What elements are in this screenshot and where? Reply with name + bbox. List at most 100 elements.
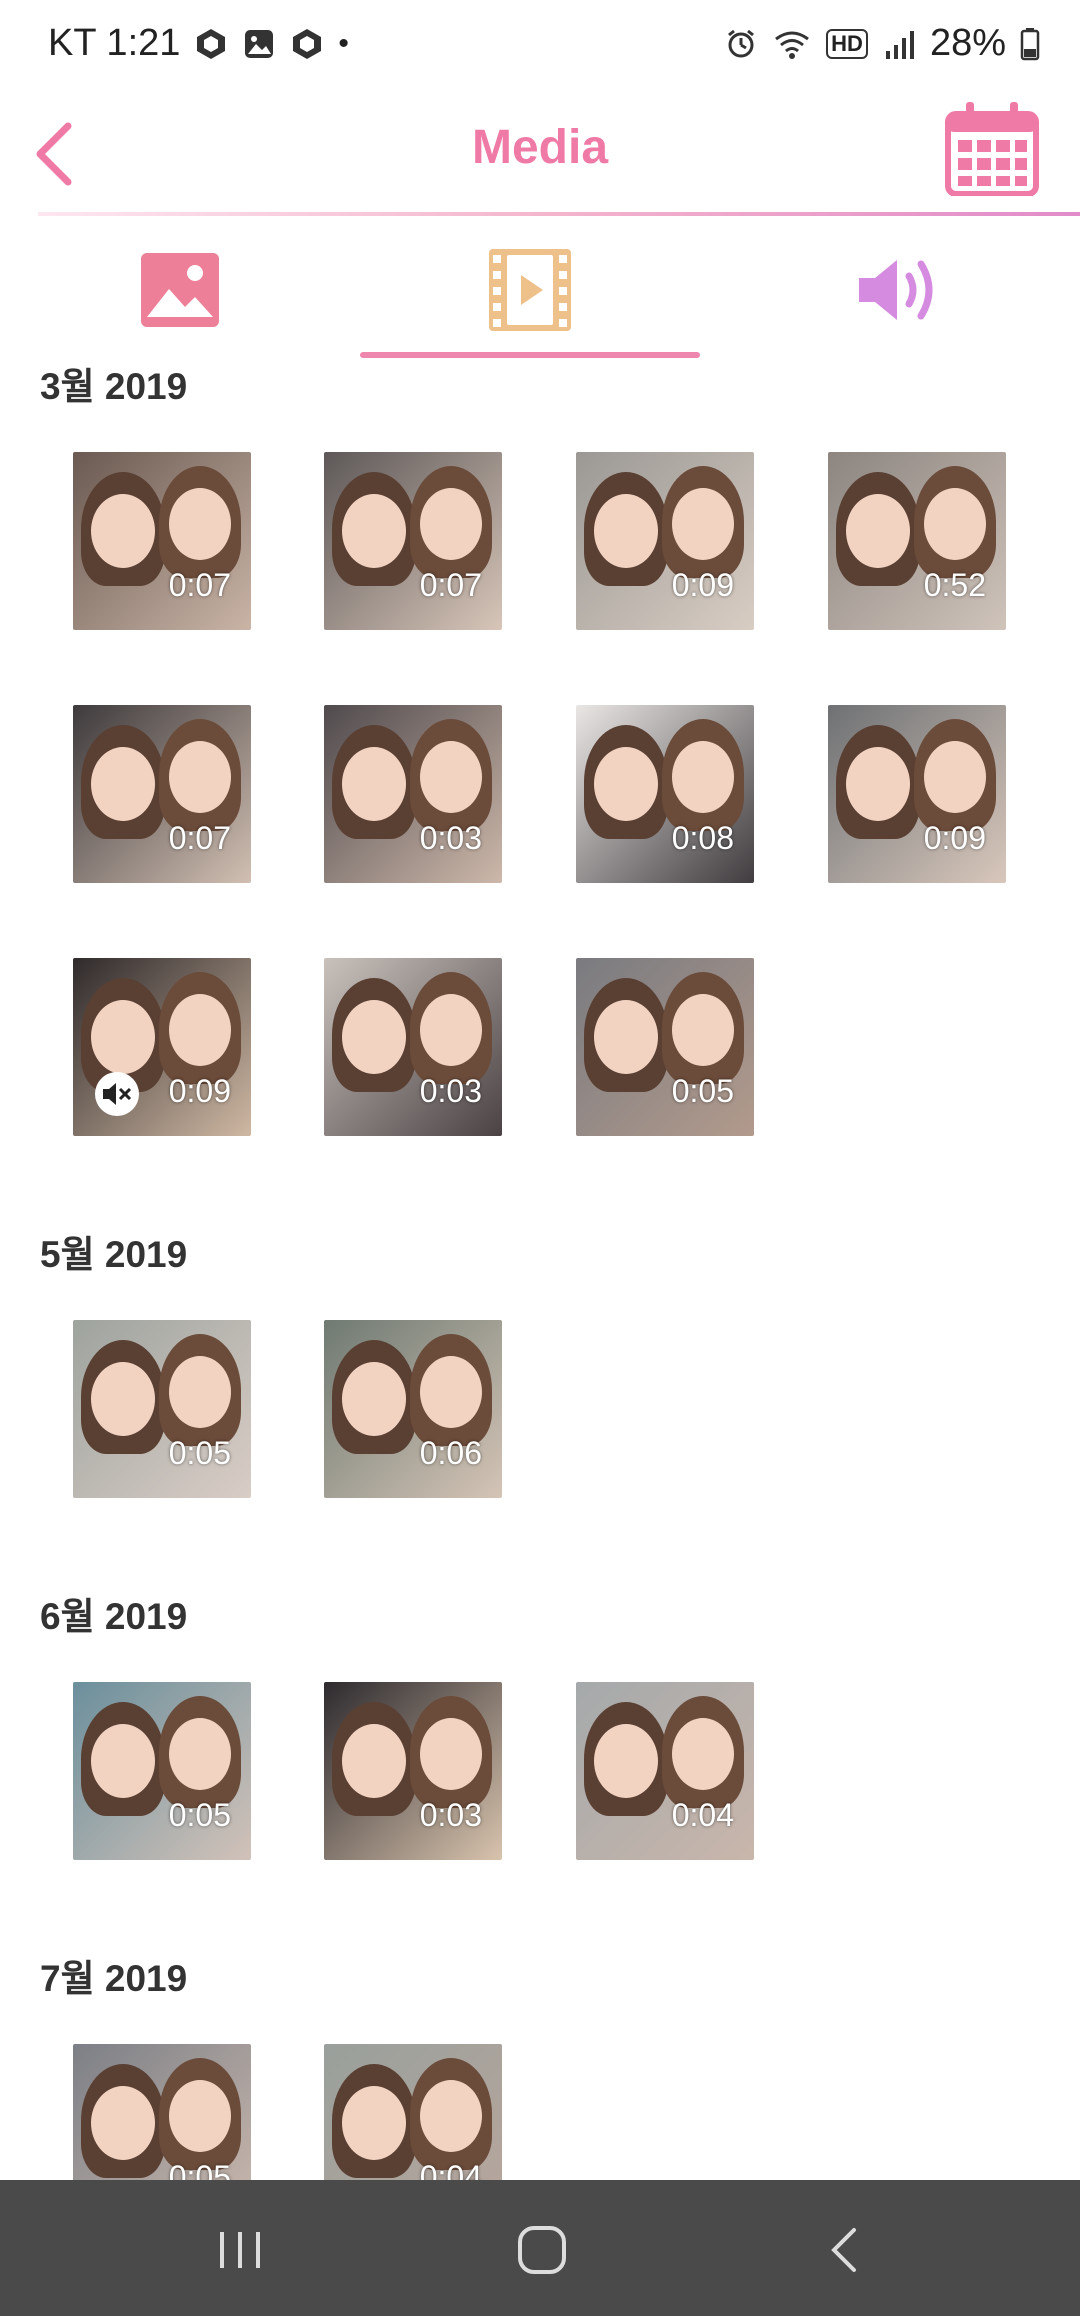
video-duration: 0:07 [168, 820, 231, 856]
video-thumbnail[interactable]: 0:07 [73, 452, 251, 630]
thumbnail-figure-face [924, 488, 986, 560]
video-thumbnail[interactable]: 0:09 [73, 958, 251, 1136]
thumbnail-figure-face [169, 741, 231, 813]
thumbnail-figure-face [420, 1356, 482, 1428]
header-divider [38, 212, 1080, 216]
video-thumbnail[interactable]: 0:03 [324, 1682, 502, 1860]
thumbnail-figure-face [594, 1000, 658, 1074]
thumbnail-figure-face [91, 747, 155, 821]
video-thumbnail[interactable]: 0:07 [73, 705, 251, 883]
video-icon [489, 249, 571, 331]
video-duration: 0:09 [671, 567, 734, 603]
app-notification-icon-2 [293, 28, 322, 59]
thumbnail-figure-face [169, 1718, 231, 1790]
video-thumbnail[interactable]: 0:07 [324, 452, 502, 630]
section-title: 7월 2019 [40, 1958, 188, 1999]
battery-percent: 28% [929, 22, 1006, 64]
thumbnail-figure-face [672, 741, 734, 813]
thumbnail-figure-face [342, 2086, 406, 2160]
video-duration: 0:03 [419, 1073, 482, 1109]
thumbnail-figure-face [91, 1724, 155, 1798]
home-icon[interactable] [512, 2220, 572, 2280]
thumbnail-figure-face [169, 488, 231, 560]
thumbnail-figure-face [342, 1000, 406, 1074]
video-duration: 0:07 [419, 567, 482, 603]
video-duration: 0:07 [168, 567, 231, 603]
thumbnail-figure-face [91, 2086, 155, 2160]
video-thumbnail[interactable]: 0:09 [576, 452, 754, 630]
section-title: 3월 2019 [40, 366, 188, 407]
thumbnail-figure-face [672, 994, 734, 1066]
thumbnail-figure-face [91, 494, 155, 568]
thumbnail-figure-face [420, 2080, 482, 2152]
thumbnail-figure-face [342, 1362, 406, 1436]
video-duration: 0:06 [419, 1435, 482, 1471]
thumbnail-figure-face [342, 747, 406, 821]
thumbnail-figure-face [594, 1724, 658, 1798]
video-thumbnail[interactable]: 0:05 [73, 1682, 251, 1860]
thumbnail-figure-face [342, 1724, 406, 1798]
video-duration: 0:09 [923, 820, 986, 856]
tab-videos[interactable] [360, 230, 700, 358]
thumbnail-figure-face [846, 494, 910, 568]
status-dot: • [338, 26, 349, 60]
video-duration: 0:04 [671, 1797, 734, 1833]
video-thumbnail[interactable]: 0:03 [324, 958, 502, 1136]
back-nav-icon[interactable] [816, 2220, 876, 2280]
video-duration: 0:05 [168, 1797, 231, 1833]
app-notification-icon [197, 28, 226, 59]
app-header: Media [0, 92, 1080, 216]
video-thumbnail[interactable]: 0:05 [73, 1320, 251, 1498]
video-thumbnail[interactable]: 0:05 [576, 958, 754, 1136]
thumbnail-figure-face [846, 747, 910, 821]
tab-audio[interactable] [730, 230, 1070, 350]
signal-icon [885, 30, 914, 59]
thumbnail-figure-face [91, 1362, 155, 1436]
alarm-icon [728, 29, 755, 57]
status-bar: KT 1:21 • HD 28% [0, 0, 1080, 92]
video-duration: 0:03 [419, 1797, 482, 1833]
mute-icon [95, 1072, 139, 1116]
thumbnail-figure-face [594, 494, 658, 568]
thumbnail-figure-face [342, 494, 406, 568]
thumbnail-figure-face [594, 747, 658, 821]
video-duration: 0:52 [923, 567, 986, 603]
hd-badge: HD [826, 28, 868, 59]
thumbnail-figure-face [420, 994, 482, 1066]
video-thumbnail[interactable]: 0:06 [324, 1320, 502, 1498]
thumbnail-figure-face [672, 488, 734, 560]
wifi-icon [775, 31, 810, 59]
video-duration: 0:03 [419, 820, 482, 856]
section-title: 5월 2019 [40, 1234, 188, 1275]
video-duration: 0:05 [168, 1435, 231, 1471]
video-duration: 0:09 [168, 1073, 231, 1109]
thumbnail-figure-face [420, 741, 482, 813]
audio-icon [859, 260, 933, 320]
thumbnail-figure-face [672, 1718, 734, 1790]
image-icon [141, 253, 219, 327]
page-title: Media [471, 121, 609, 174]
section-title: 6월 2019 [40, 1596, 188, 1637]
tab-images[interactable] [10, 230, 350, 350]
carrier-time: KT 1:21 [48, 22, 181, 64]
video-duration: 0:08 [671, 820, 734, 856]
video-thumbnail[interactable]: 0:08 [576, 705, 754, 883]
battery-icon [1020, 27, 1040, 60]
recent-apps-icon[interactable] [210, 2220, 270, 2280]
calendar-icon[interactable] [944, 100, 1040, 196]
system-nav-bar [0, 2180, 1080, 2316]
thumbnail-figure-face [420, 1718, 482, 1790]
video-thumbnail[interactable]: 0:04 [576, 1682, 754, 1860]
thumbnail-figure-face [169, 2080, 231, 2152]
video-thumbnail[interactable]: 0:52 [828, 452, 1006, 630]
video-duration: 0:05 [671, 1073, 734, 1109]
thumbnail-figure-face [169, 1356, 231, 1428]
video-thumbnail[interactable]: 0:09 [828, 705, 1006, 883]
media-tabs [0, 230, 1080, 360]
gallery-notification-icon [245, 29, 274, 58]
video-thumbnail[interactable]: 0:03 [324, 705, 502, 883]
thumbnail-figure-face [420, 488, 482, 560]
thumbnail-figure-face [91, 1000, 155, 1074]
thumbnail-figure-face [169, 994, 231, 1066]
thumbnail-figure-face [924, 741, 986, 813]
